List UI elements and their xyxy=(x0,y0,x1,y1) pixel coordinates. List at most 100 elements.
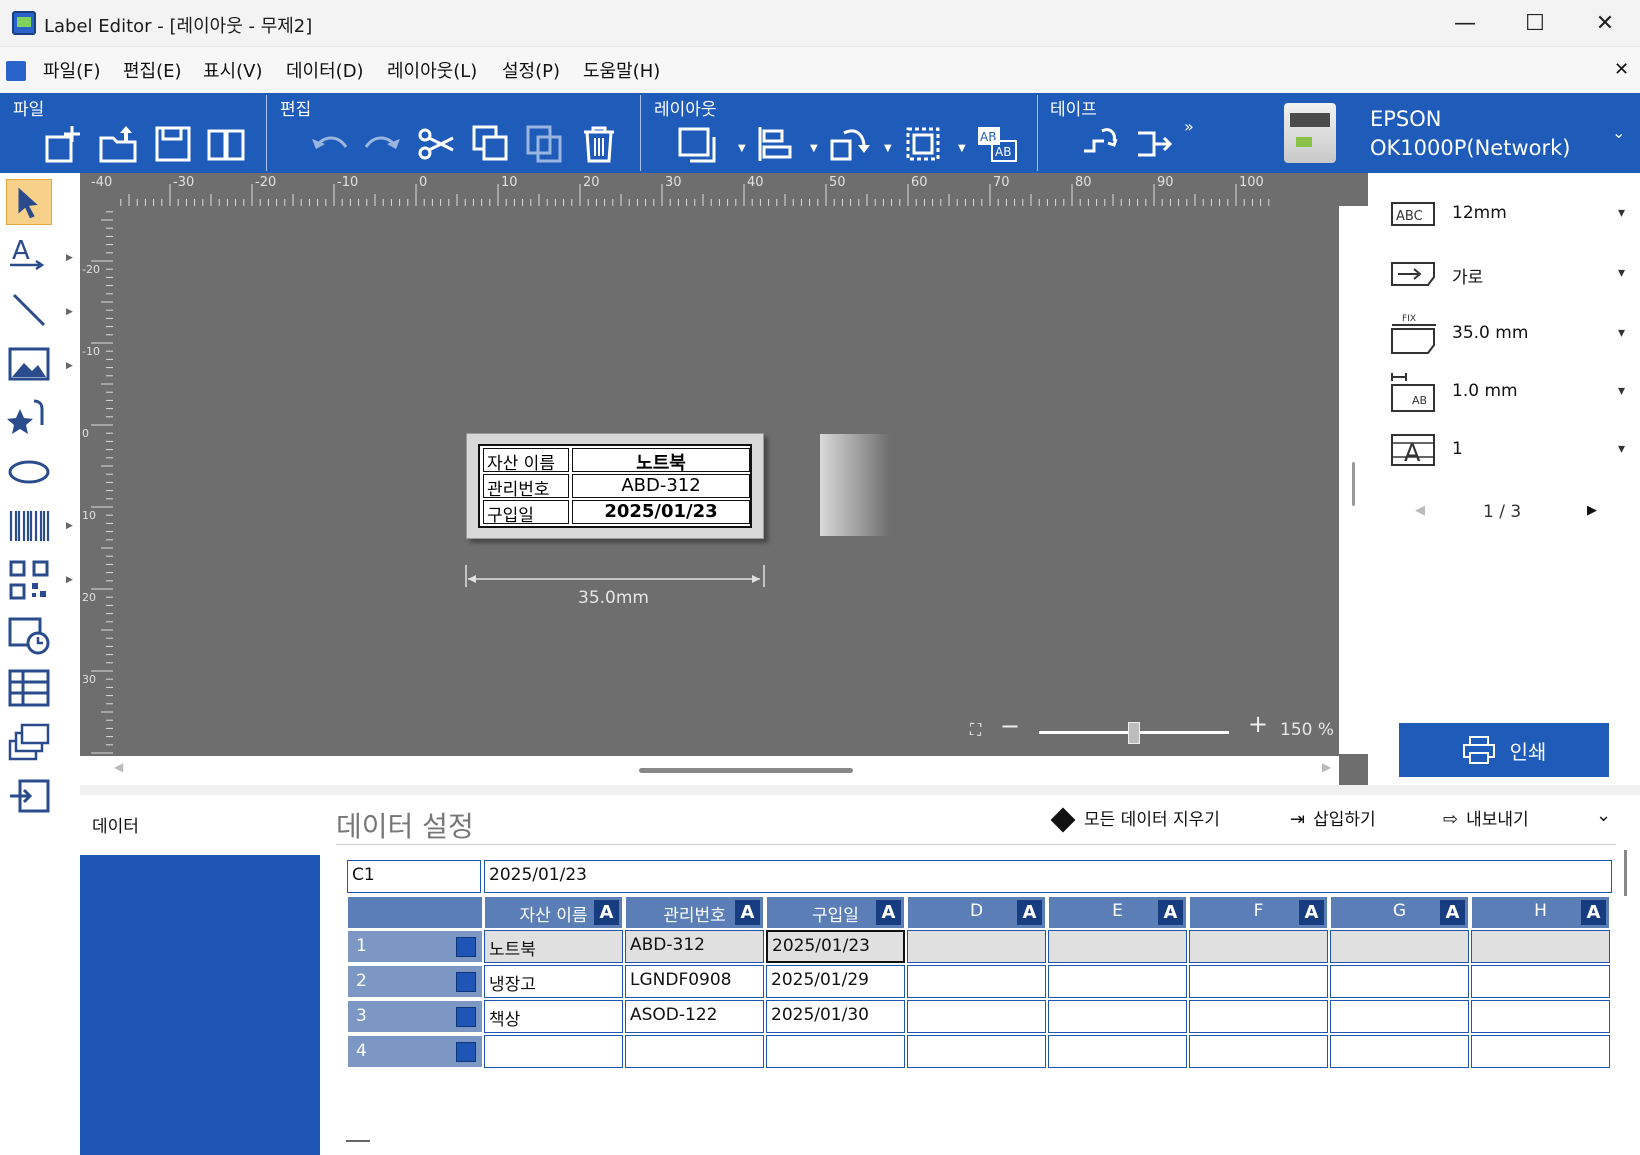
font-style-badge[interactable]: A xyxy=(1017,900,1042,925)
label-table[interactable]: 자산 이름 노트북 관리번호 ABD-312 구입일 2025/01/23 xyxy=(478,444,752,528)
grid-cell[interactable]: 냉장고 xyxy=(484,965,623,998)
grid-cell[interactable] xyxy=(1189,1000,1328,1033)
font-style-badge[interactable]: A xyxy=(1299,900,1324,925)
clear-all-data-button[interactable]: 모든 데이터 지우기 xyxy=(1050,805,1220,833)
book-icon[interactable] xyxy=(206,123,248,165)
grid-cell[interactable] xyxy=(1048,965,1187,998)
column-header[interactable]: GA xyxy=(1330,896,1469,929)
print-button[interactable]: 인쇄 xyxy=(1399,723,1609,777)
maximize-button[interactable]: ☐ xyxy=(1500,0,1570,47)
grid-cell[interactable] xyxy=(1330,965,1469,998)
tape-cut-icon[interactable] xyxy=(1080,123,1122,165)
tape-feed-icon[interactable] xyxy=(1134,123,1176,165)
frame-icon[interactable] xyxy=(676,123,718,165)
menu-data[interactable]: 데이터(D) xyxy=(286,57,364,83)
symbol-tool-icon[interactable] xyxy=(6,395,52,441)
column-header[interactable]: DA xyxy=(907,896,1046,929)
scroll-left-icon[interactable]: ◀ xyxy=(114,760,123,774)
menu-file[interactable]: 파일(F) xyxy=(43,57,101,83)
new-label-icon[interactable] xyxy=(44,123,86,165)
zoom-slider-thumb[interactable] xyxy=(1128,722,1140,744)
menu-settings[interactable]: 설정(P) xyxy=(502,57,560,83)
grid-cell[interactable] xyxy=(1471,1035,1610,1068)
image-tool-icon[interactable] xyxy=(6,341,52,387)
data-source-list[interactable] xyxy=(80,855,320,1155)
page-next-icon[interactable]: ▶ xyxy=(1587,503,1597,518)
font-style-badge[interactable]: A xyxy=(876,900,901,925)
qrcode-tool-icon[interactable] xyxy=(6,557,52,603)
grid-horizontal-scroll[interactable] xyxy=(346,1140,370,1142)
menu-view[interactable]: 표시(V) xyxy=(203,57,262,83)
zoom-out-icon[interactable]: − xyxy=(1000,712,1020,740)
grid-cell[interactable] xyxy=(1048,930,1187,963)
datetime-tool-icon[interactable] xyxy=(6,611,52,657)
text-fit-icon[interactable]: ABAB xyxy=(976,123,1018,165)
column-header[interactable]: EA xyxy=(1048,896,1187,929)
chevron-down-icon[interactable]: ▼ xyxy=(810,143,818,154)
font-style-badge[interactable]: A xyxy=(1581,900,1606,925)
grid-cell[interactable]: 2025/01/29 xyxy=(766,965,905,998)
label-row[interactable]: 자산 이름 노트북 xyxy=(480,446,750,474)
serial-tool-icon[interactable] xyxy=(6,719,52,765)
row-header[interactable]: 4 xyxy=(347,1035,483,1068)
row-checkbox[interactable] xyxy=(456,1042,476,1062)
font-style-badge[interactable]: A xyxy=(1440,900,1465,925)
more-icon[interactable]: » xyxy=(1184,117,1194,136)
font-style-badge[interactable]: A xyxy=(1158,900,1183,925)
grid-cell[interactable] xyxy=(1330,1035,1469,1068)
chevron-down-icon[interactable]: ▾ xyxy=(1618,383,1625,399)
menu-edit[interactable]: 편집(E) xyxy=(123,57,182,83)
menu-layout[interactable]: 레이아웃(L) xyxy=(387,57,477,83)
scroll-right-icon[interactable]: ▶ xyxy=(1322,760,1331,774)
text-tool-icon[interactable]: A xyxy=(6,233,52,279)
length-dropdown[interactable]: FIX 35.0 mm ▾ xyxy=(1390,311,1625,359)
grid-cell[interactable] xyxy=(1189,965,1328,998)
grid-cell[interactable] xyxy=(1471,1000,1610,1033)
grid-cell[interactable] xyxy=(1471,965,1610,998)
minimize-button[interactable]: — xyxy=(1430,0,1500,47)
row-checkbox[interactable] xyxy=(456,937,476,957)
label-preview[interactable]: 자산 이름 노트북 관리번호 ABD-312 구입일 2025/01/23 xyxy=(466,433,764,539)
grid-cell[interactable] xyxy=(766,1035,905,1068)
grid-cell[interactable] xyxy=(1471,930,1610,963)
canvas-vertical-scroll[interactable] xyxy=(1339,206,1368,754)
grid-cell[interactable] xyxy=(907,1000,1046,1033)
cell-value-input[interactable]: 2025/01/23 xyxy=(484,860,1612,893)
chevron-down-icon[interactable]: ▼ xyxy=(738,143,746,154)
grid-cell[interactable] xyxy=(907,1035,1046,1068)
grid-cell[interactable] xyxy=(1048,1035,1187,1068)
grid-cell[interactable] xyxy=(907,930,1046,963)
page-prev-icon[interactable]: ◀ xyxy=(1415,503,1425,518)
chevron-down-icon[interactable]: ▼ xyxy=(958,143,966,154)
expand-arrow-icon[interactable]: ▶ xyxy=(66,253,73,263)
scroll-thumb[interactable] xyxy=(639,768,853,773)
printer-chevron-icon[interactable]: ⌄ xyxy=(1612,123,1625,142)
expand-arrow-icon[interactable]: ▶ xyxy=(66,575,73,585)
zoom-in-icon[interactable]: + xyxy=(1248,710,1268,738)
doc-close-icon[interactable]: ✕ xyxy=(1614,59,1629,80)
menu-help[interactable]: 도움말(H) xyxy=(583,57,660,83)
fit-screen-icon[interactable]: ⛶ xyxy=(970,720,981,740)
undo-icon[interactable] xyxy=(308,123,350,165)
row-header[interactable]: 3 xyxy=(347,1000,483,1033)
select-tool-icon[interactable] xyxy=(6,179,52,225)
margin-dropdown[interactable]: AB 1.0 mm ▾ xyxy=(1390,369,1625,417)
column-header[interactable]: 구입일 A xyxy=(766,896,905,929)
grid-cell[interactable] xyxy=(1048,1000,1187,1033)
align-left-icon[interactable] xyxy=(754,123,796,165)
tape-width-dropdown[interactable]: ABC 12mm ▾ xyxy=(1390,191,1625,239)
grid-cell[interactable] xyxy=(1330,1000,1469,1033)
grid-cell[interactable] xyxy=(907,965,1046,998)
cell-reference[interactable]: C1 xyxy=(347,860,481,893)
column-header[interactable]: 자산 이름 A xyxy=(484,896,623,929)
close-button[interactable]: ✕ xyxy=(1570,0,1640,47)
panel-divider[interactable] xyxy=(80,785,1640,795)
row-header[interactable]: 2 xyxy=(347,965,483,998)
column-header[interactable]: 관리번호 A xyxy=(625,896,764,929)
collapse-icon[interactable]: ⌄ xyxy=(1596,805,1611,826)
row-checkbox[interactable] xyxy=(456,972,476,992)
grid-vertical-scroll[interactable] xyxy=(1624,850,1627,896)
group-icon[interactable] xyxy=(902,123,944,165)
redo-icon[interactable] xyxy=(362,123,404,165)
grid-cell[interactable]: 2025/01/30 xyxy=(766,1000,905,1033)
